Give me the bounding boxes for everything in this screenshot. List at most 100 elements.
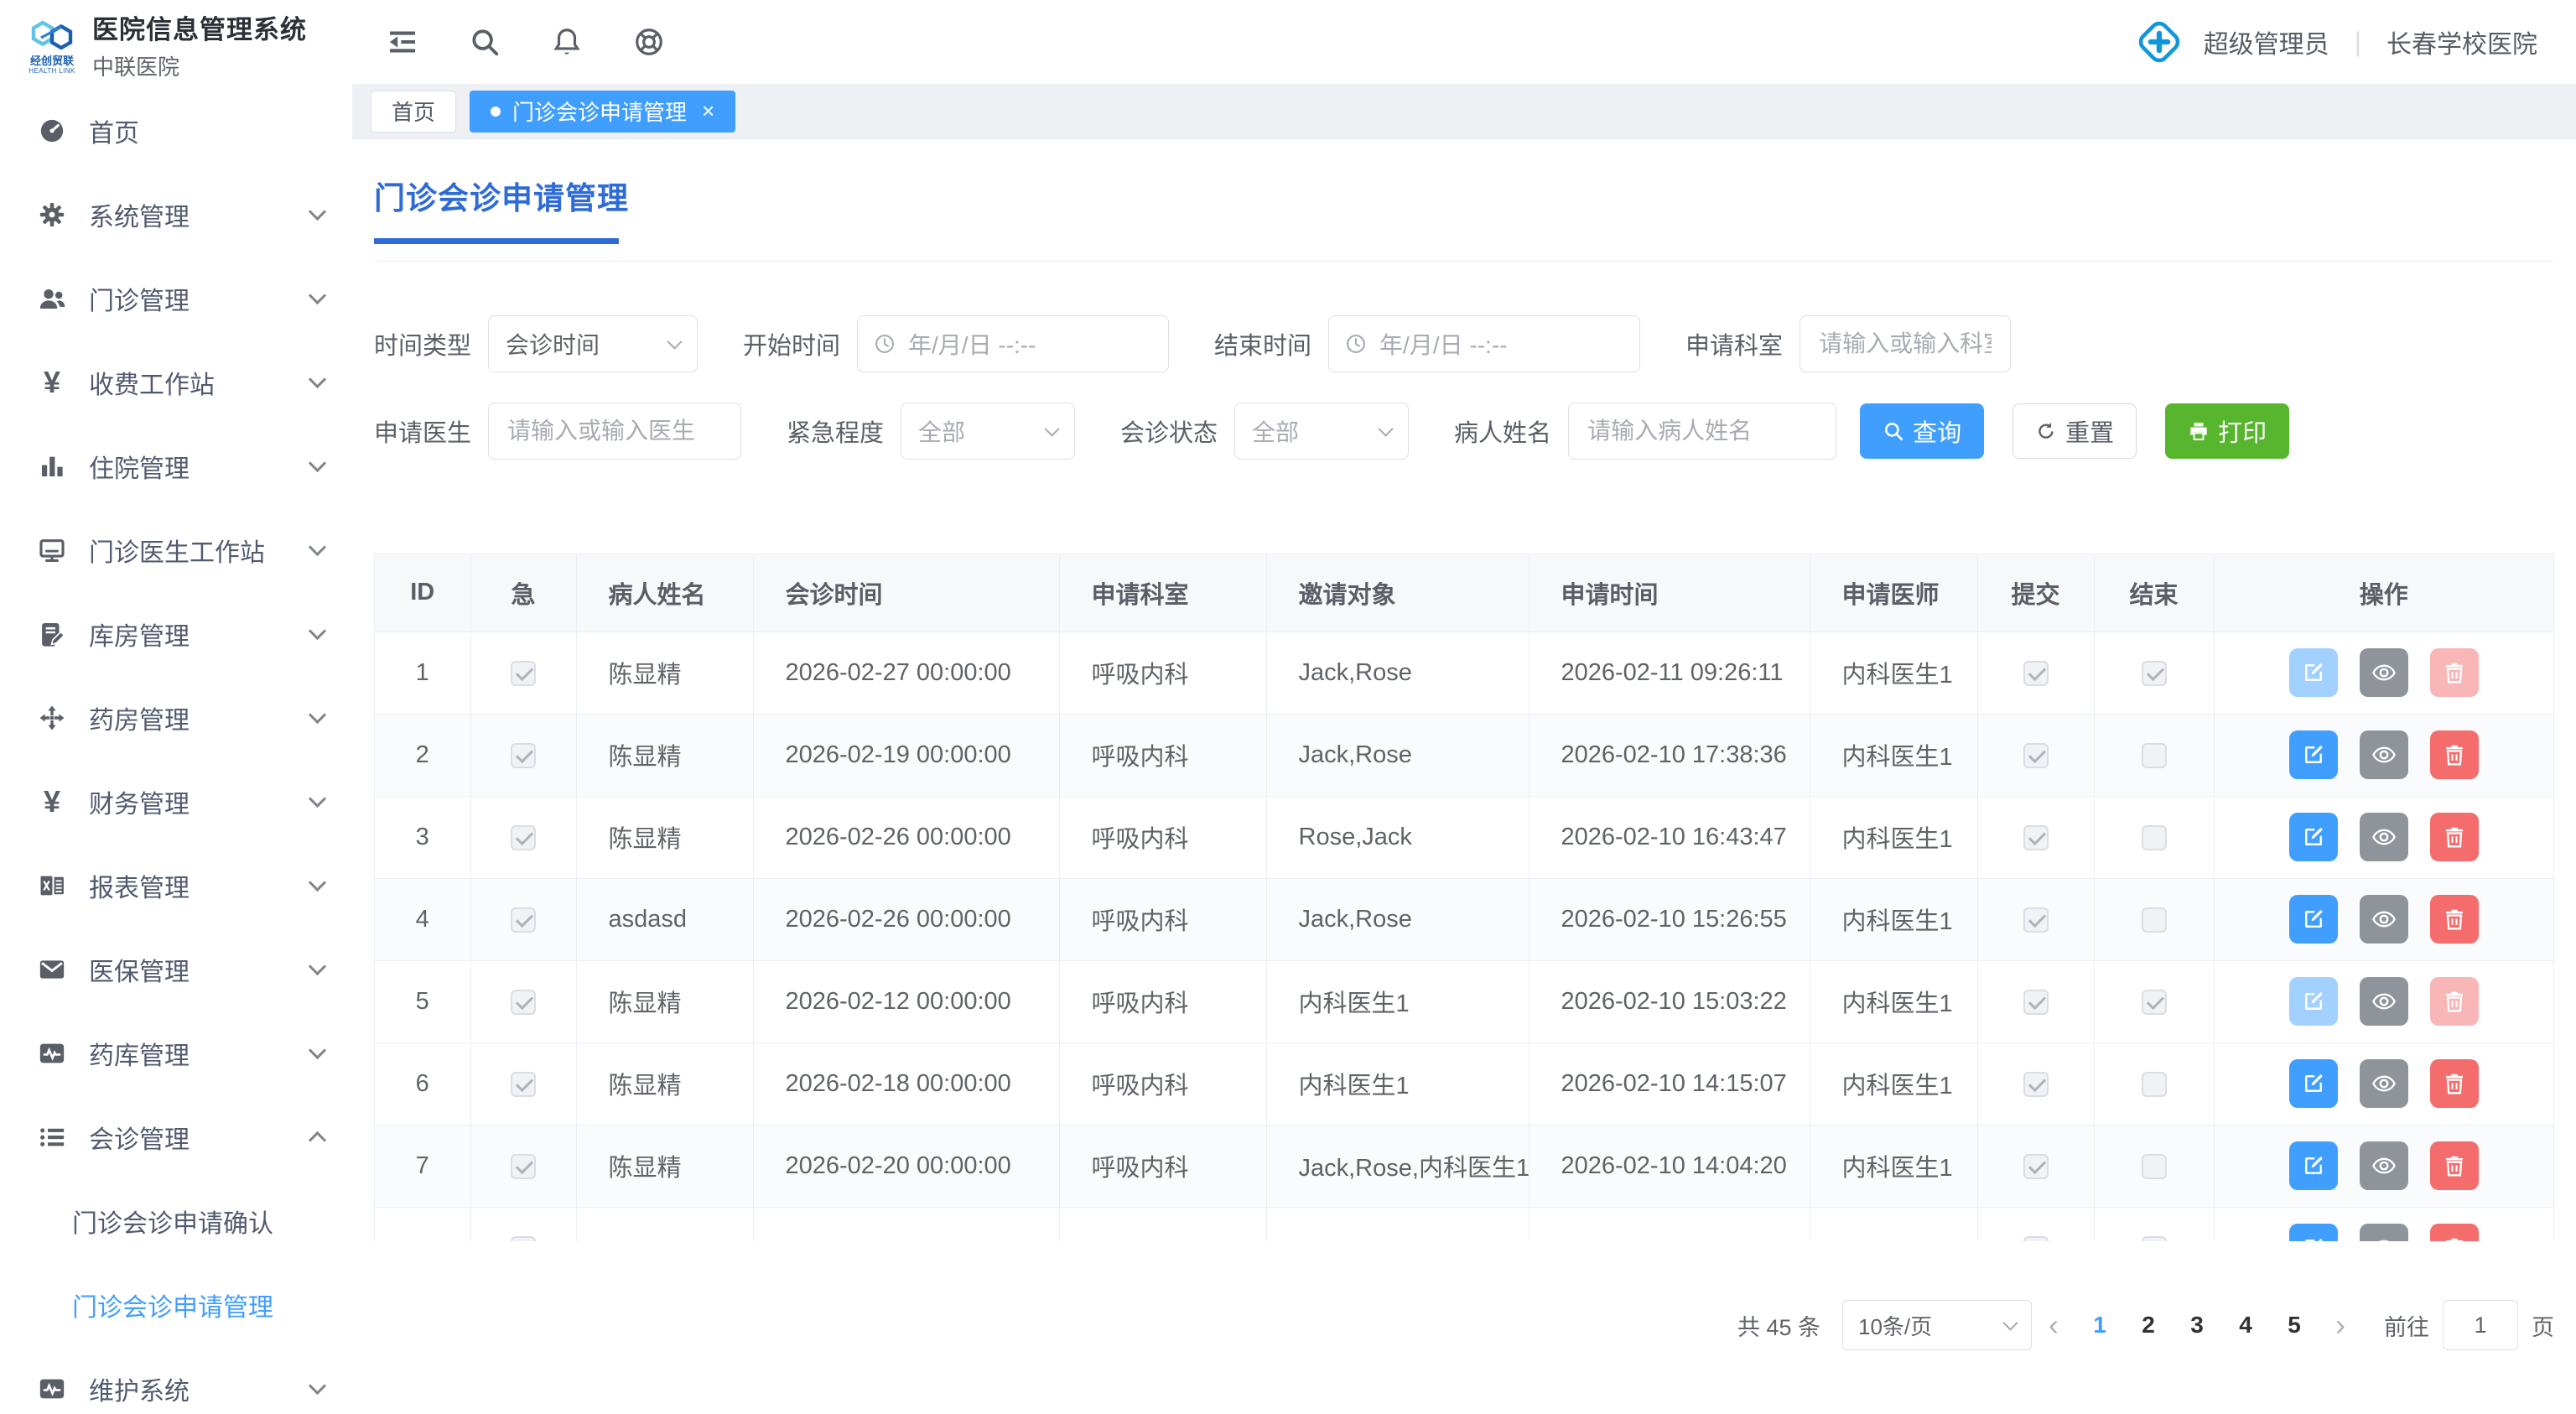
submitted-checkbox[interactable] — [2023, 825, 2049, 850]
sidebar-item-charging-workstation[interactable]: ¥ 收费工作站 — [0, 341, 352, 424]
view-button[interactable] — [2360, 1141, 2408, 1190]
urgent-checkbox[interactable] — [511, 661, 536, 686]
tab-consultation-apply-management[interactable]: 门诊会诊申请管理 × — [470, 91, 735, 133]
finished-checkbox[interactable] — [2142, 743, 2167, 768]
sidebar-item-outpatient-doctor-workstation[interactable]: 门诊医生工作站 — [0, 508, 352, 592]
sidebar-item-consultation-management[interactable]: 会诊管理 — [0, 1095, 352, 1179]
finished-checkbox[interactable] — [2142, 990, 2167, 1015]
submitted-checkbox[interactable] — [2023, 990, 2049, 1015]
edit-button[interactable] — [2289, 1141, 2338, 1190]
delete-button[interactable] — [2430, 730, 2479, 779]
end-time-placeholder: 年/月/日 --:-- — [1379, 327, 1507, 361]
urgency-select[interactable]: 全部 — [901, 403, 1075, 460]
delete-button[interactable] — [2430, 895, 2479, 944]
delete-button[interactable] — [2430, 977, 2479, 1026]
edit-button[interactable] — [2289, 1059, 2338, 1108]
sidebar-item-system-management[interactable]: 系统管理 — [0, 173, 352, 257]
help-icon[interactable] — [632, 25, 666, 59]
edit-button[interactable] — [2289, 977, 2338, 1026]
sidebar-item-report-management[interactable]: 报表管理 — [0, 844, 352, 928]
search-icon[interactable] — [468, 25, 501, 59]
sidebar-item-maintenance-system[interactable]: 维护系统 — [0, 1347, 352, 1414]
view-button[interactable] — [2360, 730, 2408, 779]
urgent-checkbox[interactable] — [511, 907, 536, 933]
chevron-down-icon — [309, 790, 326, 808]
submitted-checkbox[interactable] — [2023, 743, 2049, 768]
urgent-checkbox[interactable] — [511, 990, 536, 1015]
current-hospital[interactable]: 长春学校医院 — [2386, 23, 2537, 60]
urgent-checkbox[interactable] — [511, 743, 536, 768]
sidebar-subitem-consultation-confirm[interactable]: 门诊会诊申请确认 — [0, 1179, 352, 1263]
tab-strip: 首页 门诊会诊申请管理 × — [352, 84, 2576, 139]
page-number-3[interactable]: 3 — [2173, 1312, 2221, 1339]
urgent-checkbox[interactable] — [511, 825, 536, 850]
edit-button[interactable] — [2289, 895, 2338, 944]
edit-button[interactable] — [2289, 1224, 2338, 1241]
page-size-select[interactable]: 10条/页 — [1842, 1300, 2032, 1350]
search-button[interactable]: 查询 — [1860, 403, 1984, 459]
user-role[interactable]: 超级管理员 — [2204, 23, 2329, 60]
sidebar-item-drug-storehouse-management[interactable]: 药库管理 — [0, 1011, 352, 1095]
finished-checkbox[interactable] — [2142, 1236, 2167, 1241]
goto-page-input[interactable] — [2443, 1300, 2518, 1350]
next-page-icon[interactable]: › — [2319, 1310, 2362, 1340]
time-type-select[interactable]: 会诊时间 — [488, 315, 698, 372]
search-icon — [1883, 420, 1904, 442]
close-icon[interactable]: × — [702, 98, 714, 124]
start-time-input[interactable]: 年/月/日 --:-- — [857, 315, 1169, 372]
cell-patient: 陈显精 — [576, 632, 753, 714]
submitted-checkbox[interactable] — [2023, 1072, 2049, 1097]
sidebar-item-finance-management[interactable]: ¥ 财务管理 — [0, 760, 352, 844]
sidebar-item-home[interactable]: 首页 — [0, 89, 352, 173]
delete-button[interactable] — [2430, 1141, 2479, 1190]
finished-checkbox[interactable] — [2142, 907, 2167, 933]
delete-button[interactable] — [2430, 1059, 2479, 1108]
print-button[interactable]: 打印 — [2165, 403, 2289, 459]
edit-button[interactable] — [2289, 813, 2338, 861]
page-number-1[interactable]: 1 — [2075, 1312, 2124, 1339]
view-button[interactable] — [2360, 895, 2408, 944]
submitted-checkbox[interactable] — [2023, 907, 2049, 933]
apply-doctor-input[interactable] — [488, 403, 741, 460]
delete-button[interactable] — [2430, 648, 2479, 697]
bell-icon[interactable] — [550, 25, 584, 59]
finished-checkbox[interactable] — [2142, 825, 2167, 850]
view-button[interactable] — [2360, 1224, 2408, 1241]
sidebar-item-warehouse-management[interactable]: 库房管理 — [0, 592, 352, 676]
view-button[interactable] — [2360, 813, 2408, 861]
sidebar-item-insurance-management[interactable]: 医保管理 — [0, 928, 352, 1011]
page-number-2[interactable]: 2 — [2124, 1312, 2173, 1339]
view-button[interactable] — [2360, 977, 2408, 1026]
edit-button[interactable] — [2289, 648, 2338, 697]
collapse-menu-icon[interactable] — [386, 25, 419, 59]
submitted-checkbox[interactable] — [2023, 661, 2049, 686]
finished-checkbox[interactable] — [2142, 661, 2167, 686]
sidebar-item-inpatient-management[interactable]: 住院管理 — [0, 424, 352, 508]
status-select[interactable]: 全部 — [1234, 403, 1409, 460]
finished-checkbox[interactable] — [2142, 1072, 2167, 1097]
edit-button[interactable] — [2289, 730, 2338, 779]
page-number-5[interactable]: 5 — [2270, 1312, 2319, 1339]
submitted-checkbox[interactable] — [2023, 1236, 2049, 1241]
delete-button[interactable] — [2430, 813, 2479, 861]
patient-name-input[interactable] — [1568, 403, 1836, 460]
reset-button[interactable]: 重置 — [2012, 403, 2137, 459]
sidebar-item-pharmacy-management[interactable]: 药房管理 — [0, 676, 352, 760]
urgent-checkbox[interactable] — [511, 1236, 536, 1241]
prev-page-icon[interactable]: ‹ — [2032, 1310, 2075, 1340]
end-time-input[interactable]: 年/月/日 --:-- — [1328, 315, 1640, 372]
trash-icon — [2442, 742, 2467, 767]
view-button[interactable] — [2360, 1059, 2408, 1108]
urgent-checkbox[interactable] — [511, 1072, 536, 1097]
sidebar-item-outpatient-management[interactable]: 门诊管理 — [0, 257, 352, 341]
sidebar-subitem-consultation-apply-management[interactable]: 门诊会诊申请管理 — [0, 1263, 352, 1347]
finished-checkbox[interactable] — [2142, 1154, 2167, 1179]
delete-button[interactable] — [2430, 1224, 2479, 1241]
apply-dept-input[interactable] — [1800, 315, 2011, 372]
page-number-4[interactable]: 4 — [2221, 1312, 2270, 1339]
tab-home[interactable]: 首页 — [371, 91, 456, 133]
submitted-checkbox[interactable] — [2023, 1154, 2049, 1179]
urgent-checkbox[interactable] — [511, 1154, 536, 1179]
view-button[interactable] — [2360, 648, 2408, 697]
apply-dept-label: 申请科室 — [1685, 326, 1783, 361]
